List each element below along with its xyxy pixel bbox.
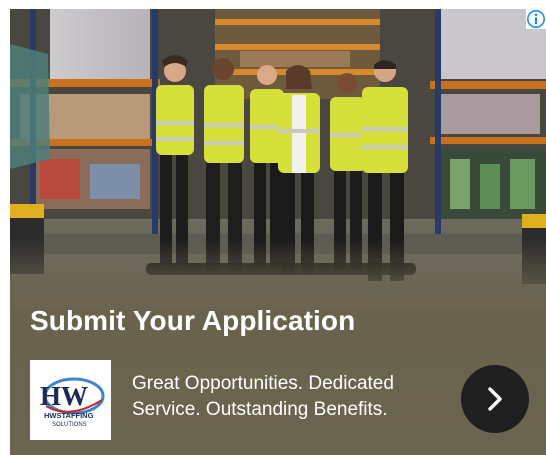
logo-monogram: HW: [40, 381, 88, 411]
logo-wordmark-line1: HWSTAFFING: [44, 411, 94, 420]
ad-headline[interactable]: Submit Your Application: [30, 305, 355, 337]
ad-tagline[interactable]: Great Opportunities. Dedicated Service. …: [132, 371, 442, 423]
info-icon: [527, 10, 545, 28]
hw-staffing-logo[interactable]: HW HWSTAFFING SOLUTIONS: [30, 360, 111, 440]
logo-wordmark-line2: SOLUTIONS: [52, 422, 87, 428]
hw-logo-mark: HW HWSTAFFING SOLUTIONS: [40, 377, 105, 428]
ad-card[interactable]: Submit Your Application HW HWSTAFFING SO…: [10, 9, 546, 455]
ad-info-button[interactable]: [526, 9, 546, 29]
next-button[interactable]: [461, 365, 529, 433]
chevron-right-icon: [488, 387, 502, 411]
